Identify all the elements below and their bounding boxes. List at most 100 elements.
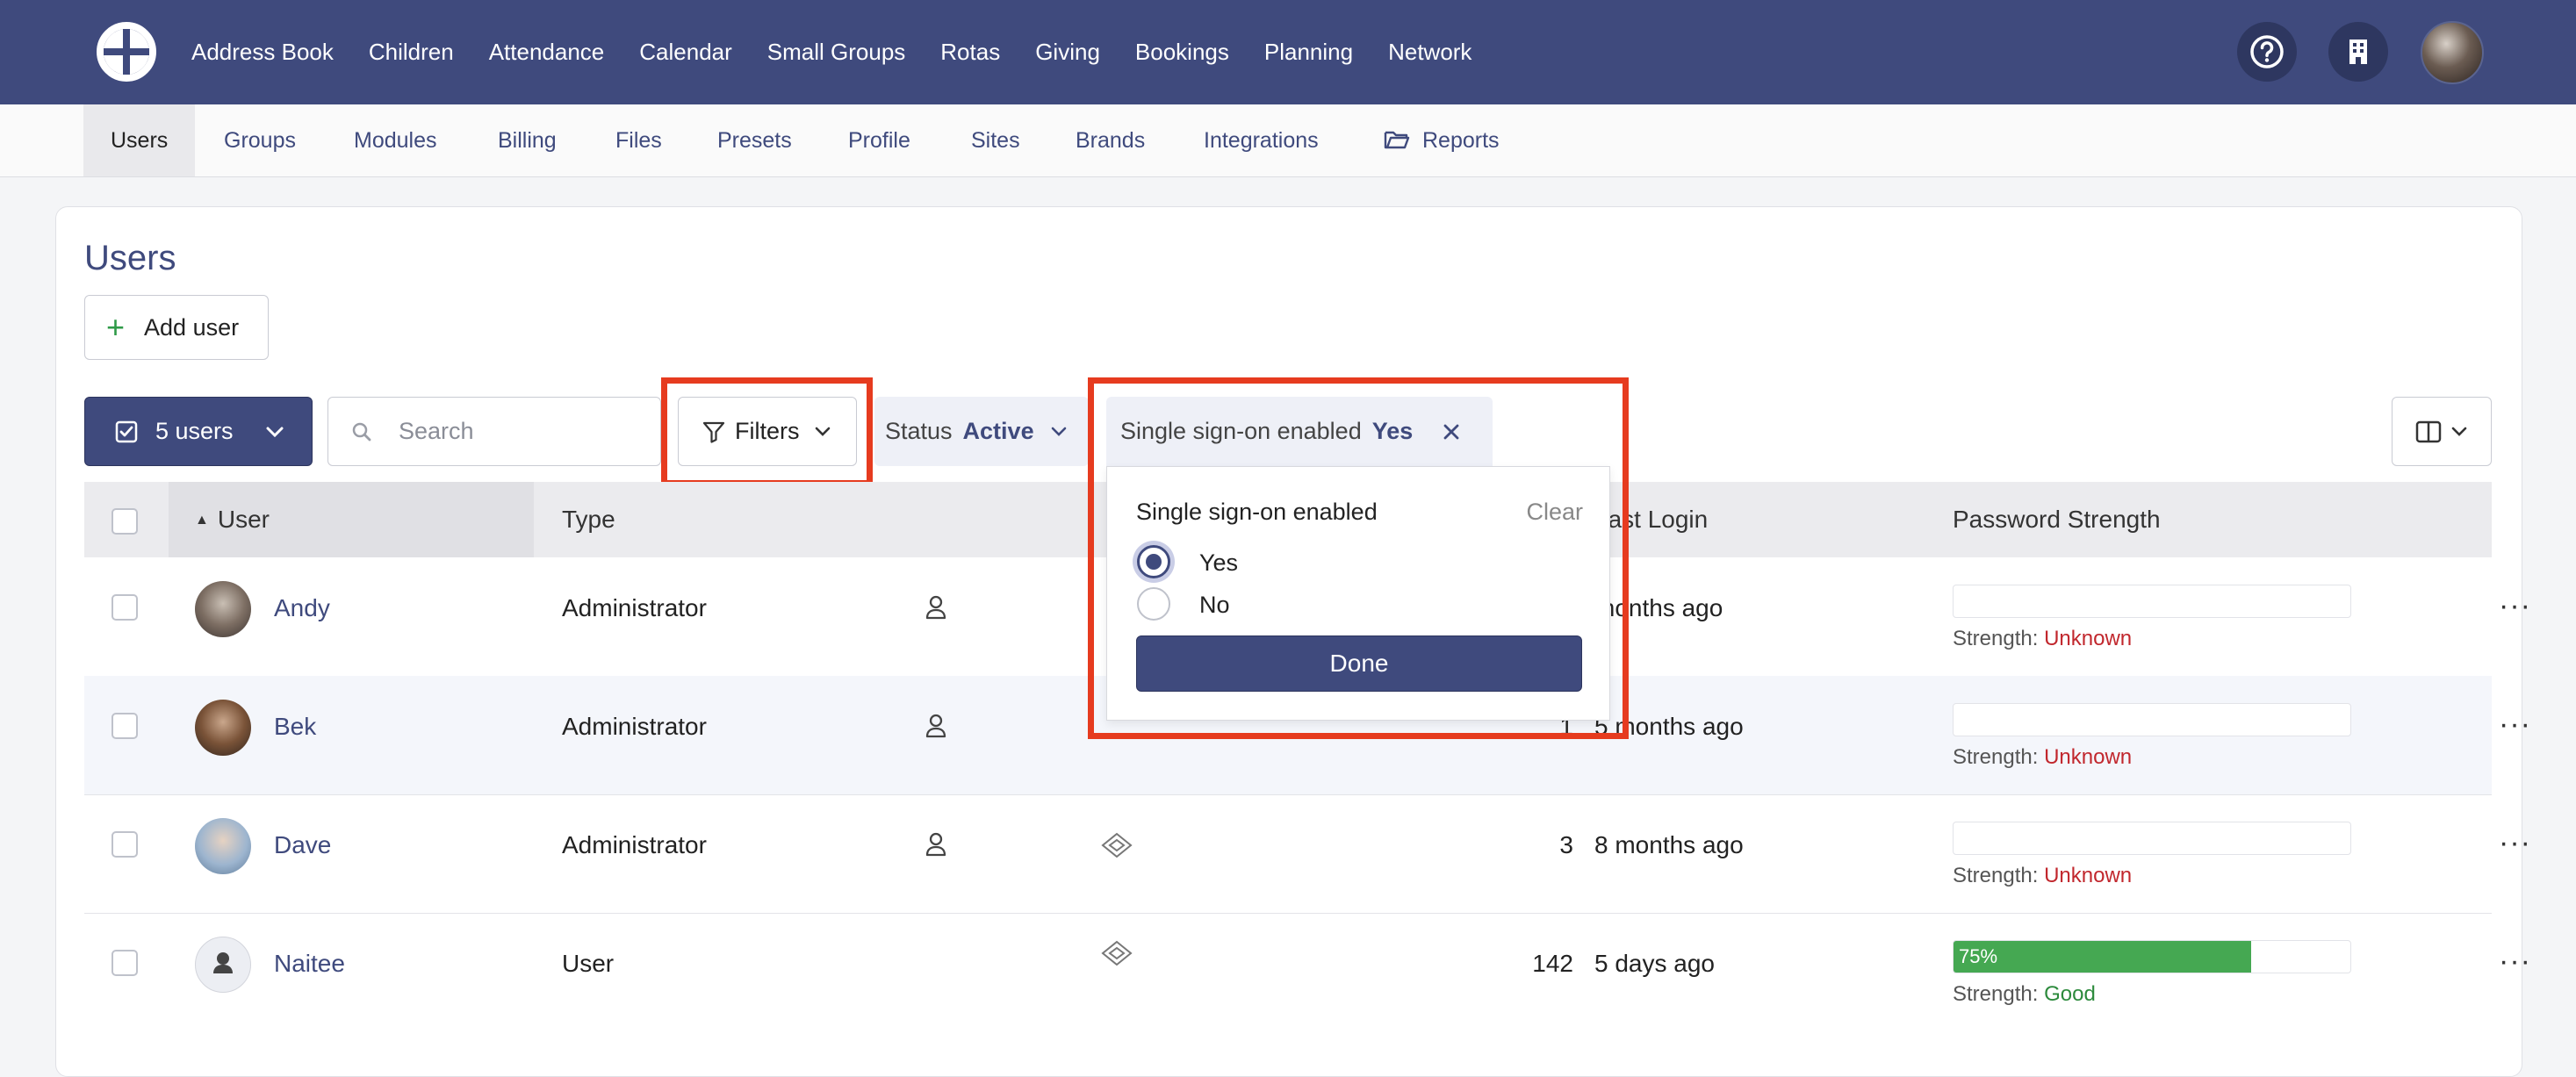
search-icon (352, 422, 371, 441)
chevron-down-icon (266, 427, 284, 437)
password-strength-bar (1953, 822, 2351, 855)
strength-text: Strength: Good (1953, 982, 2096, 1007)
page-title: Users (84, 239, 176, 277)
user-header-label: User (217, 506, 270, 533)
tab-presets[interactable]: Presets (717, 104, 792, 176)
strength-value: Unknown (2044, 864, 2133, 887)
avatar (195, 937, 251, 993)
strength-prefix: Strength: (1953, 745, 2039, 769)
avatar (195, 581, 251, 637)
search-input[interactable]: Search (327, 397, 661, 466)
strength-text: Strength: Unknown (1953, 864, 2132, 888)
user-type: Administrator (562, 831, 707, 858)
sso-filter-highlight-box (1088, 377, 1629, 739)
tab-sites[interactable]: Sites (971, 104, 1020, 176)
last-login: 8 months ago (1594, 831, 1744, 858)
filters-highlight-box (661, 377, 873, 486)
users-count-label: 5 users (155, 418, 234, 444)
row-actions-menu-icon[interactable]: ··· (2499, 826, 2531, 860)
strength-prefix: Strength: (1953, 982, 2039, 1006)
building-icon (2349, 39, 2367, 64)
help-button[interactable] (2237, 22, 2297, 82)
table-row[interactable]: Naitee User 142 5 days ago 75% Strength:… (84, 913, 2530, 1031)
sso-diamond-icon (1101, 940, 1133, 966)
main-nav-items: Address Book Children Attendance Calenda… (191, 0, 1507, 104)
tab-billing[interactable]: Billing (498, 104, 557, 176)
strength-prefix: Strength: (1953, 627, 2039, 650)
checkbox-checked-icon (115, 420, 138, 442)
login-count: 3 (1559, 831, 1573, 858)
row-checkbox[interactable] (112, 713, 138, 739)
password-strength-bar (1953, 703, 2351, 736)
select-all-checkbox[interactable] (112, 508, 138, 535)
column-settings-button[interactable] (2392, 397, 2492, 466)
help-circle-icon (2250, 35, 2284, 68)
select-users-button[interactable]: 5 users (84, 397, 313, 466)
password-strength-bar (1953, 585, 2351, 618)
row-actions-menu-icon[interactable]: ··· (2499, 944, 2531, 979)
status-filter-label: Status (885, 418, 953, 444)
user-type: User (562, 950, 615, 977)
sso-diamond-icon (1101, 832, 1133, 858)
nav-network[interactable]: Network (1388, 39, 1471, 66)
nav-children[interactable]: Children (369, 39, 454, 66)
login-count: 142 (1532, 950, 1573, 977)
tab-reports-label: Reports (1422, 128, 1500, 153)
avatar (195, 818, 251, 874)
password-strength-bar: 75% (1953, 940, 2351, 973)
settings-subnav: Users Groups Modules Billing Files Prese… (0, 104, 2576, 177)
nav-giving[interactable]: Giving (1035, 39, 1100, 66)
tab-files[interactable]: Files (615, 104, 662, 176)
row-checkbox[interactable] (112, 594, 138, 621)
nav-rotas[interactable]: Rotas (940, 39, 1000, 66)
password-strength-fill: 75% (1954, 941, 2251, 973)
tab-brands[interactable]: Brands (1076, 104, 1145, 176)
search-placeholder: Search (399, 418, 474, 444)
type-column-header[interactable]: Type (562, 482, 615, 557)
user-name-link[interactable]: Naitee (274, 950, 345, 978)
strength-prefix: Strength: (1953, 864, 2039, 887)
user-type: Administrator (562, 713, 707, 740)
user-name-link[interactable]: Bek (274, 713, 316, 741)
folder-open-icon (1384, 131, 1410, 149)
current-user-avatar[interactable] (2421, 21, 2484, 84)
nav-address-book[interactable]: Address Book (191, 39, 334, 66)
top-navigation-bar: Address Book Children Attendance Calenda… (0, 0, 2576, 104)
tab-modules[interactable]: Modules (354, 104, 437, 176)
tab-integrations[interactable]: Integrations (1204, 104, 1319, 176)
person-icon (925, 595, 946, 620)
person-icon (925, 714, 946, 738)
add-user-label: Add user (144, 313, 240, 341)
plus-icon: + (106, 309, 126, 345)
organisation-button[interactable] (2328, 22, 2388, 82)
status-filter-chip[interactable]: Status Active (874, 397, 1089, 466)
tab-groups[interactable]: Groups (224, 104, 296, 176)
user-name-link[interactable]: Andy (274, 594, 330, 622)
tab-profile[interactable]: Profile (848, 104, 910, 176)
add-user-button[interactable]: + Add user (84, 295, 269, 360)
user-column-header[interactable]: ▲ User (195, 482, 270, 557)
tab-reports[interactable]: Reports (1384, 104, 1500, 176)
chevron-down-icon (2451, 427, 2467, 436)
nav-calendar[interactable]: Calendar (639, 39, 732, 66)
row-checkbox[interactable] (112, 831, 138, 858)
user-name-link[interactable]: Dave (274, 831, 331, 859)
sort-asc-icon: ▲ (195, 513, 209, 528)
tab-users[interactable]: Users (83, 104, 196, 176)
password-strength-column-header[interactable]: Password Strength (1953, 482, 2161, 557)
strength-value: Unknown (2044, 627, 2133, 650)
row-actions-menu-icon[interactable]: ··· (2499, 589, 2531, 623)
nav-small-groups[interactable]: Small Groups (767, 39, 906, 66)
row-actions-menu-icon[interactable]: ··· (2499, 707, 2531, 742)
app-logo-icon[interactable] (96, 21, 157, 83)
strength-value: Good (2044, 982, 2096, 1006)
chevron-down-icon (1051, 427, 1066, 436)
nav-bookings[interactable]: Bookings (1135, 39, 1229, 66)
default-user-icon (213, 952, 233, 973)
table-row[interactable]: Dave Administrator 3 8 months ago Streng… (84, 794, 2530, 914)
nav-attendance[interactable]: Attendance (489, 39, 605, 66)
nav-planning[interactable]: Planning (1264, 39, 1353, 66)
strength-text: Strength: Unknown (1953, 745, 2132, 770)
row-checkbox[interactable] (112, 950, 138, 976)
last-login: 5 days ago (1594, 950, 1715, 977)
